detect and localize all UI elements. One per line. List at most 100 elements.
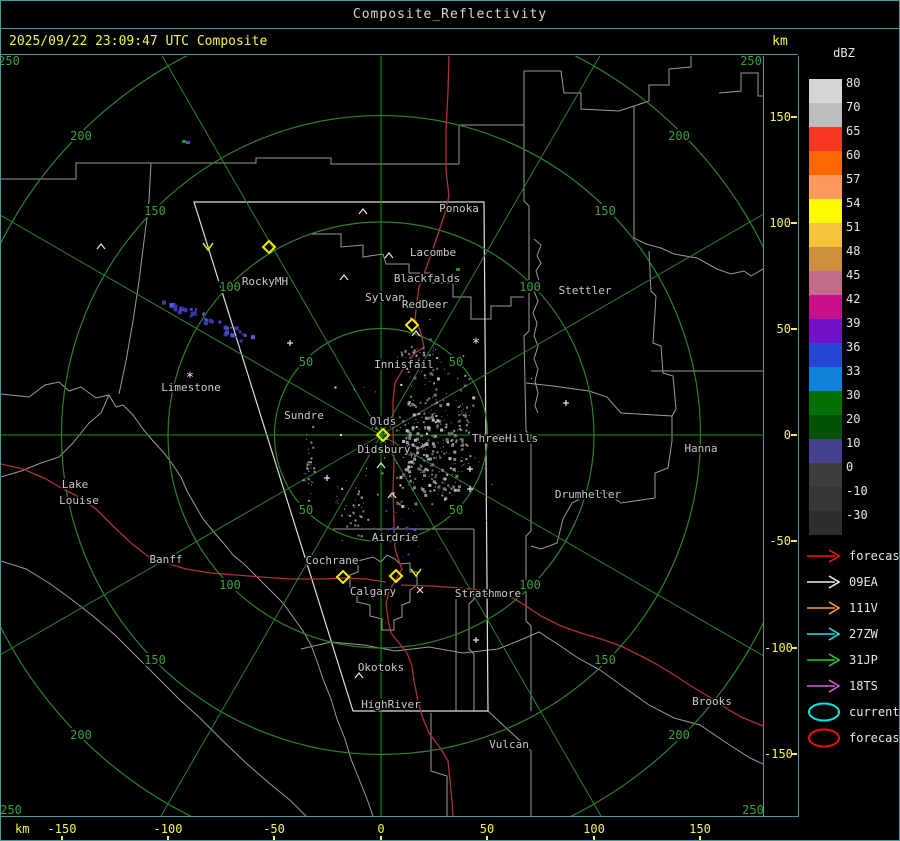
radar-echo-speckle bbox=[424, 493, 428, 497]
radar-echo-blue bbox=[208, 318, 213, 323]
radar-echo-speckle bbox=[345, 480, 347, 482]
radar-echo-speckle bbox=[429, 490, 432, 493]
radar-echo-speckle bbox=[384, 457, 386, 459]
radar-echo-speckle bbox=[468, 463, 470, 464]
radar-echo-speckle bbox=[398, 430, 400, 432]
dbz-swatch-30 bbox=[809, 391, 842, 415]
radar-echo-speckle bbox=[375, 391, 377, 393]
radar-echo-speckle bbox=[422, 439, 424, 441]
radar-echo-speckle bbox=[428, 483, 432, 487]
radar-echo-speckle bbox=[428, 397, 431, 400]
radar-echo-speckle bbox=[457, 485, 461, 489]
legend-item-27ZW: 27ZW bbox=[799, 623, 899, 645]
radar-echo-speckle bbox=[399, 475, 403, 479]
radar-echo-speckle bbox=[466, 406, 469, 409]
radar-echo-speckle bbox=[420, 465, 423, 468]
radar-echo-speckle bbox=[455, 441, 457, 444]
radar-echo-speckle bbox=[464, 374, 467, 377]
radar-echo-speckle bbox=[415, 419, 417, 420]
radar-echo-speckle bbox=[312, 446, 315, 449]
dbz-swatch-54 bbox=[809, 199, 842, 223]
radar-echo-speckle bbox=[466, 444, 469, 447]
radar-echo-speckle bbox=[360, 496, 363, 499]
radar-echo-speckle bbox=[423, 374, 426, 377]
radar-echo-speckle bbox=[435, 349, 437, 351]
legend-label: current bbox=[849, 705, 900, 719]
radar-echo-blue bbox=[239, 339, 243, 343]
dbz-value-label: -30 bbox=[846, 508, 868, 522]
echo-dot bbox=[186, 141, 190, 144]
radar-echo-speckle bbox=[458, 406, 460, 408]
right-axis-tick-label: -50 bbox=[769, 534, 791, 548]
radar-echo-speckle bbox=[395, 512, 397, 514]
right-axis-tick bbox=[791, 434, 797, 436]
legend-item-111V: 111V bbox=[799, 597, 899, 619]
radar-echo-speckle bbox=[441, 468, 445, 472]
radar-echo-speckle bbox=[344, 499, 345, 501]
radar-echo-speckle bbox=[401, 356, 403, 357]
city-label: RockyMH bbox=[242, 275, 288, 288]
radar-echo-speckle bbox=[362, 510, 365, 513]
radar-echo-speckle bbox=[405, 427, 407, 429]
radar-echo-speckle bbox=[407, 371, 410, 374]
radar-echo-speckle bbox=[413, 426, 415, 428]
radar-echo-speckle bbox=[413, 376, 417, 380]
radar-echo-speckle bbox=[406, 439, 407, 441]
dbz-swatch-80 bbox=[809, 79, 842, 103]
radar-echo-speckle bbox=[433, 457, 436, 459]
radar-app-window: Composite_Reflectivity 2025/09/22 23:09:… bbox=[0, 0, 900, 841]
radar-echo-blue bbox=[201, 319, 204, 321]
right-axis-tick-label: -100 bbox=[764, 641, 793, 655]
radar-echo-speckle bbox=[401, 486, 404, 489]
radar-echo-speckle bbox=[425, 448, 426, 450]
radar-echo-blue bbox=[183, 308, 188, 313]
radar-echo-speckle bbox=[343, 509, 345, 510]
radar-echo-speckle bbox=[310, 467, 312, 469]
radar-echo-speckle bbox=[421, 457, 423, 459]
radar-echo-speckle bbox=[398, 503, 401, 506]
radar-echo-speckle bbox=[454, 481, 456, 483]
radar-echo-speckle bbox=[444, 498, 447, 501]
radar-echo-speckle bbox=[433, 382, 435, 385]
radar-echo-speckle bbox=[407, 553, 410, 556]
radar-echo-speckle bbox=[347, 514, 349, 516]
radar-echo-speckle bbox=[468, 378, 471, 381]
radar-echo-speckle bbox=[439, 404, 443, 408]
radar-echo-speckle bbox=[452, 443, 455, 445]
range-ring-label: 50 bbox=[299, 503, 313, 517]
radar-echo-speckle bbox=[460, 450, 462, 452]
city-label: Cochrane bbox=[306, 554, 359, 567]
radar-echo-speckle bbox=[415, 425, 418, 428]
bottom-axis: km -150 -100 -50 0 50 100 150 bbox=[1, 816, 799, 840]
radar-echo-speckle bbox=[430, 409, 432, 411]
radar-echo-speckle bbox=[449, 467, 452, 470]
radar-echo-speckle bbox=[310, 441, 313, 444]
radar-echo-speckle bbox=[347, 492, 349, 494]
legend-item-forecast: forecast bbox=[799, 545, 899, 567]
radar-echo-speckle bbox=[441, 451, 443, 453]
radar-echo-speckle bbox=[465, 458, 468, 461]
city-label: Lake bbox=[62, 478, 89, 491]
radar-echo-speckle bbox=[448, 453, 450, 455]
radar-echo-speckle bbox=[436, 456, 437, 458]
radar-echo-speckle bbox=[474, 457, 476, 459]
radar-echo-speckle bbox=[308, 462, 310, 464]
radar-echo-speckle bbox=[438, 490, 440, 492]
radar-echo-blue bbox=[194, 310, 197, 313]
radar-echo-speckle bbox=[491, 483, 493, 485]
right-axis-tick bbox=[791, 328, 797, 330]
radar-echo-speckle bbox=[454, 433, 457, 436]
legend-label: 111V bbox=[849, 601, 878, 615]
radar-echo-speckle bbox=[336, 500, 338, 502]
city-label: Vulcan bbox=[489, 738, 529, 751]
radar-echo-speckle bbox=[405, 429, 409, 433]
city-label: Blackfalds bbox=[394, 272, 460, 285]
dbz-value-label: 45 bbox=[846, 268, 861, 282]
radar-echo-speckle bbox=[306, 433, 308, 435]
radar-echo-speckle bbox=[453, 488, 457, 492]
range-ring-label: 150 bbox=[144, 653, 166, 667]
radar-echo-blue bbox=[223, 325, 228, 330]
radar-echo-speckle bbox=[408, 401, 411, 404]
radar-echo-speckle bbox=[413, 482, 414, 484]
radar-echo-speckle bbox=[440, 447, 442, 449]
